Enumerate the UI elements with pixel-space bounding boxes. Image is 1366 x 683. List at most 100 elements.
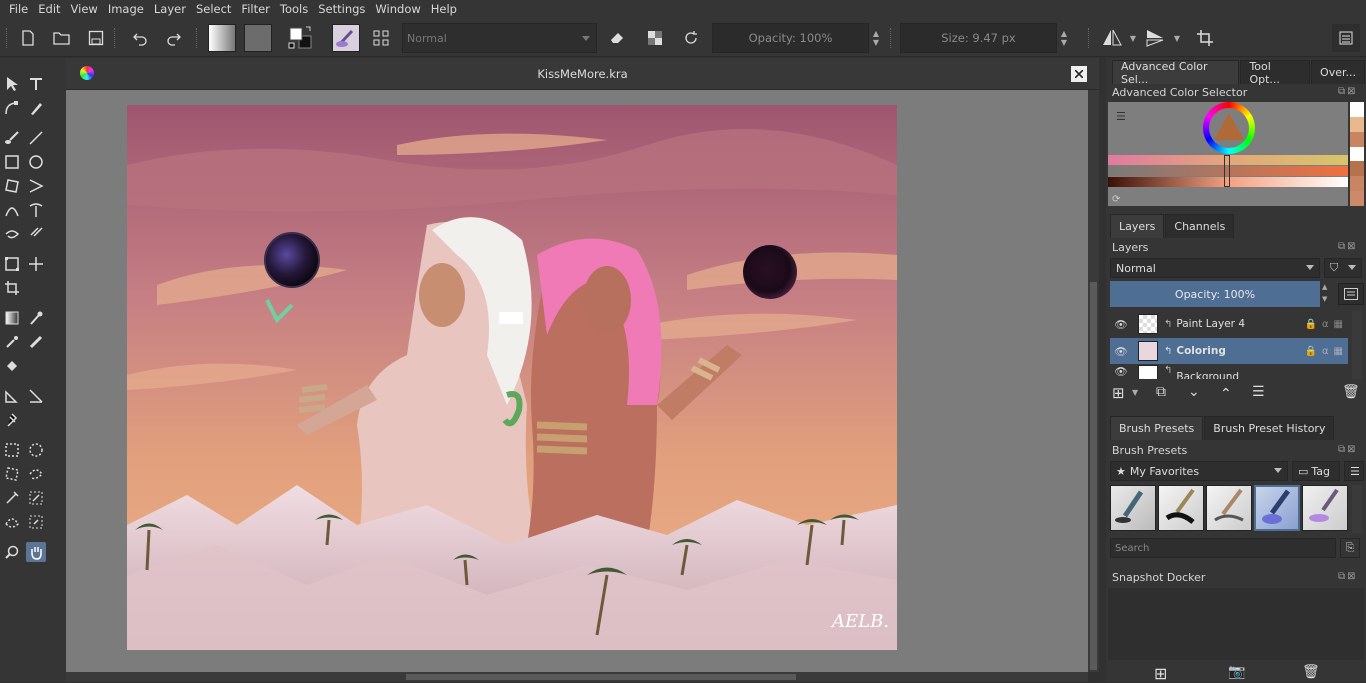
multibrush-tool-icon[interactable]: [26, 224, 46, 244]
brush-preset-airbrush[interactable]: [1110, 485, 1156, 531]
colorize-mask-tool-icon[interactable]: [2, 332, 22, 352]
select-shapes-tool-icon[interactable]: [2, 74, 22, 94]
elliptical-selection-tool-icon[interactable]: [26, 440, 46, 460]
foreground-background-color-icon[interactable]: [286, 24, 316, 52]
eye-icon[interactable]: 👁: [1110, 318, 1132, 331]
tab-brush-presets[interactable]: Brush Presets: [1110, 416, 1204, 440]
menu-help[interactable]: Help: [426, 0, 462, 19]
canvas-viewport[interactable]: AELB.: [66, 90, 1088, 672]
contiguous-selection-tool-icon[interactable]: [2, 488, 22, 508]
gradient-tool-icon[interactable]: [2, 308, 22, 328]
smart-patch-tool-icon[interactable]: [26, 332, 46, 352]
layer-view-options-button[interactable]: [1338, 283, 1364, 305]
preset-scrollbar[interactable]: [1352, 485, 1362, 533]
add-snapshot-button[interactable]: ⊞: [1154, 664, 1167, 683]
opacity-spin-buttons[interactable]: ▲ ▼: [870, 24, 882, 52]
menu-tools[interactable]: Tools: [275, 0, 313, 19]
freehand-brush-tool-icon[interactable]: [2, 128, 22, 148]
similar-color-selection-tool-icon[interactable]: [26, 488, 46, 508]
reference-images-tool-icon[interactable]: [2, 410, 22, 430]
color-selector-menu-icon[interactable]: ☰: [1116, 110, 1126, 123]
size-slider[interactable]: Size: 9.47 px: [900, 23, 1057, 53]
polygonal-selection-tool-icon[interactable]: [2, 464, 22, 484]
text-tool-icon[interactable]: [26, 74, 46, 94]
preset-view-options-button[interactable]: ☰: [1344, 461, 1364, 481]
layer-opacity-slider[interactable]: Opacity: 100%: [1110, 281, 1320, 307]
preset-tag-select[interactable]: ★ My Favorites: [1110, 461, 1288, 481]
slider-handle[interactable]: [1224, 155, 1230, 187]
move-layer-up-button[interactable]: ⌃: [1220, 386, 1232, 402]
size-spin-buttons[interactable]: ▲ ▼: [1058, 24, 1070, 52]
menu-select[interactable]: Select: [191, 0, 236, 19]
horizontal-scrollbar[interactable]: [66, 672, 1088, 682]
eraser-mode-icon[interactable]: [604, 24, 630, 52]
wrap-around-icon[interactable]: [1192, 24, 1218, 52]
eye-icon[interactable]: 👁: [1110, 345, 1132, 358]
chevron-down-icon[interactable]: ▼: [1128, 24, 1138, 52]
color-triangle[interactable]: [1211, 110, 1247, 146]
layer-blend-mode-select[interactable]: Normal: [1110, 258, 1320, 278]
layer-list-scrollbar[interactable]: [1352, 311, 1362, 379]
layer-row[interactable]: 👁 ↰ Paint Layer 4 🔒α▦: [1110, 311, 1348, 337]
pan-tool-icon[interactable]: [26, 542, 46, 562]
edit-shapes-tool-icon[interactable]: [2, 98, 22, 118]
crop-tool-icon[interactable]: [2, 278, 22, 298]
layer-properties-button[interactable]: ☰: [1252, 384, 1265, 400]
assistant-tool-icon[interactable]: [2, 386, 22, 406]
polyline-tool-icon[interactable]: [26, 176, 46, 196]
toolbar-grip[interactable]: [6, 28, 8, 48]
layer-filter-button[interactable]: ⛉: [1324, 258, 1362, 278]
eye-icon[interactable]: 👁: [1110, 365, 1132, 378]
tab-channels[interactable]: Channels: [1165, 214, 1235, 238]
color-selector-area[interactable]: ☰ ⟳: [1108, 102, 1348, 206]
save-icon[interactable]: [84, 24, 108, 52]
menu-icon[interactable]: [1332, 24, 1360, 52]
measure-tool-icon[interactable]: [26, 386, 46, 406]
brush-preset-icon[interactable]: [332, 24, 360, 52]
pattern-preset-icon[interactable]: [244, 24, 272, 52]
add-layer-button[interactable]: ⊞: [1112, 384, 1125, 402]
vertical-scroll-thumb[interactable]: [1090, 282, 1097, 670]
docker-float-close-icons[interactable]: ⧉⊠: [1338, 86, 1358, 97]
zoom-tool-icon[interactable]: [2, 542, 22, 562]
hue-ring[interactable]: [1203, 102, 1255, 154]
fill-tool-icon[interactable]: [2, 356, 22, 376]
new-document-icon[interactable]: [16, 24, 40, 52]
redo-icon[interactable]: [162, 24, 186, 52]
horizontal-mirror-icon[interactable]: [1098, 24, 1126, 52]
blend-mode-select[interactable]: Normal: [402, 23, 597, 53]
tab-tool-options[interactable]: Tool Opt...: [1240, 60, 1311, 86]
refresh-icon[interactable]: ⟳: [1112, 194, 1120, 205]
vertical-mirror-icon[interactable]: [1142, 24, 1170, 52]
move-layer-down-button[interactable]: ⌄: [1188, 384, 1200, 400]
gradient-preset-icon[interactable]: [208, 24, 236, 52]
docker-float-close-icons[interactable]: ⧉⊠: [1338, 571, 1358, 582]
save-icon[interactable]: ⎘: [1340, 538, 1360, 558]
layer-row[interactable]: 👁 ↰ Background: [1110, 365, 1348, 379]
snapshot-list[interactable]: [1108, 588, 1364, 660]
line-tool-icon[interactable]: [26, 128, 46, 148]
preset-search-input[interactable]: Search: [1110, 538, 1336, 558]
brush-preset-soft[interactable]: [1302, 485, 1348, 531]
open-folder-icon[interactable]: [50, 24, 74, 52]
tab-brush-preset-history[interactable]: Brush Preset History: [1204, 416, 1335, 440]
docker-float-close-icons[interactable]: ⧉⊠: [1338, 241, 1358, 252]
layer-opacity-spin[interactable]: ▲ ▼: [1322, 281, 1334, 307]
menu-view[interactable]: View: [66, 0, 103, 19]
brush-preset-selected[interactable]: [1254, 485, 1300, 531]
undo-icon[interactable]: [128, 24, 152, 52]
menu-settings[interactable]: Settings: [313, 0, 370, 19]
chevron-down-icon[interactable]: ▼: [1172, 24, 1182, 52]
artwork-painting[interactable]: AELB.: [127, 105, 897, 650]
freehand-path-tool-icon[interactable]: [26, 200, 46, 220]
color-history-strip[interactable]: [1350, 102, 1364, 207]
menu-image[interactable]: Image: [103, 0, 149, 19]
menu-file[interactable]: File: [4, 0, 33, 19]
duplicate-layer-button[interactable]: ⧉: [1156, 384, 1166, 400]
brush-preset-ink[interactable]: [1158, 485, 1204, 531]
menu-filter[interactable]: Filter: [236, 0, 274, 19]
tab-overview[interactable]: Over...: [1311, 60, 1365, 84]
rectangle-tool-icon[interactable]: [2, 152, 22, 172]
rectangular-selection-tool-icon[interactable]: [2, 440, 22, 460]
menu-edit[interactable]: Edit: [33, 0, 65, 19]
